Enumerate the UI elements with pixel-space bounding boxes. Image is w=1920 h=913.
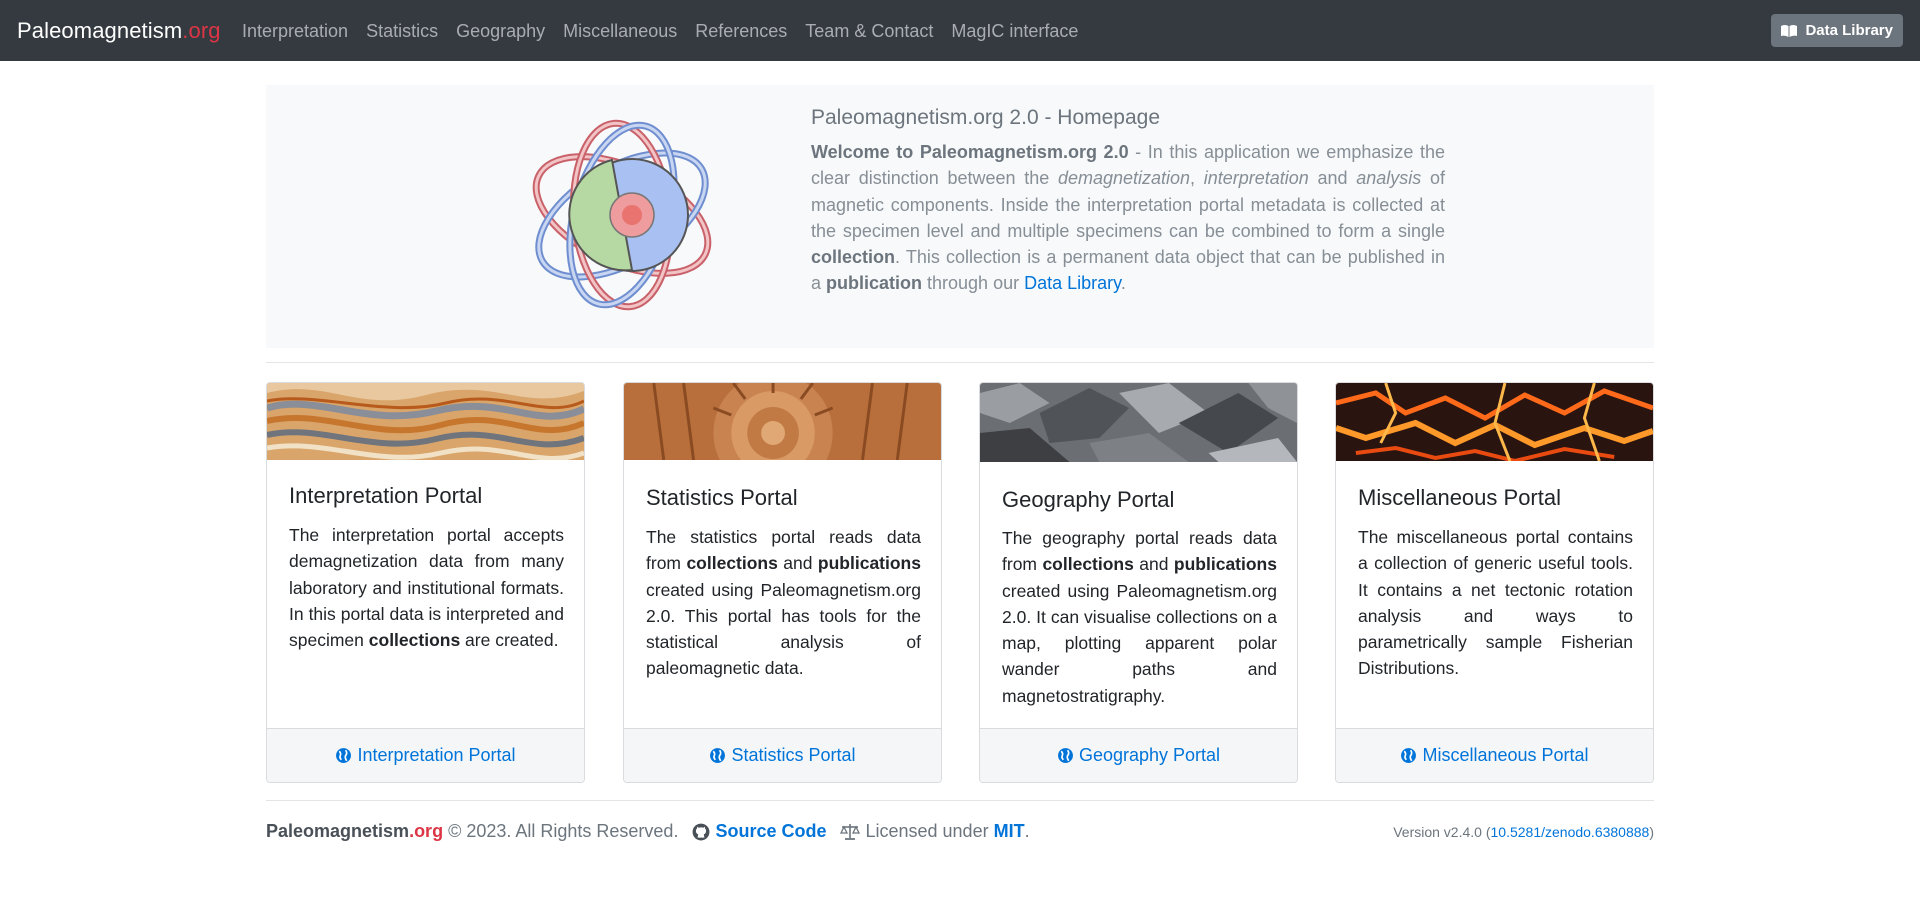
version-info: Version v2.4.0 (10.5281/zenodo.6380888) [1393, 824, 1654, 840]
nav-link-statistics[interactable]: Statistics [366, 21, 438, 42]
divider-top [266, 362, 1654, 363]
nav-link-magic-interface[interactable]: MagIC interface [951, 21, 1078, 42]
card-description: The statistics portal reads data from co… [646, 527, 921, 679]
brand-suffix: .org [182, 18, 221, 43]
globe-icon [336, 748, 352, 763]
brand-name: Paleomagnetism [17, 18, 183, 43]
card-geography: Geography Portal The geography portal re… [979, 382, 1298, 783]
card-miscellaneous: Miscellaneous Portal The miscellaneous p… [1335, 382, 1654, 783]
interpretation-portal-link[interactable]: Interpretation Portal [267, 728, 584, 782]
card-image-ammonite [624, 383, 941, 460]
divider-bottom [266, 800, 1654, 801]
paleomagnetism-logo [532, 119, 712, 311]
card-title: Statistics Portal [646, 485, 798, 510]
card-image-basalt [980, 383, 1297, 462]
globe-icon [1058, 748, 1073, 763]
mit-license-link[interactable]: MIT [994, 821, 1025, 842]
doi-link[interactable]: 10.5281/zenodo.6380888 [1491, 824, 1650, 840]
hero-jumbotron: Paleomagnetism.org 2.0 - Homepage Welcom… [266, 85, 1654, 348]
card-title: Miscellaneous Portal [1358, 485, 1561, 510]
card-description: The interpretation portal accepts demagn… [289, 525, 564, 651]
card-footer-label: Miscellaneous Portal [1422, 745, 1589, 765]
data-library-label: Data Library [1805, 22, 1893, 39]
github-icon [692, 823, 710, 841]
card-interpretation: Interpretation Portal The interpretation… [266, 382, 585, 783]
nav-link-references[interactable]: References [695, 21, 787, 42]
card-footer-label: Interpretation Portal [357, 745, 516, 765]
top-navbar: Paleomagnetism.org Interpretation Statis… [0, 0, 1920, 61]
statistics-portal-link[interactable]: Statistics Portal [624, 728, 941, 782]
data-library-link[interactable]: Data Library [1024, 273, 1121, 293]
book-icon [1781, 24, 1798, 37]
nav-link-interpretation[interactable]: Interpretation [242, 21, 348, 42]
card-description: The geography portal reads data from col… [1002, 528, 1277, 706]
nav-menu: Interpretation Statistics Geography Misc… [242, 21, 1096, 42]
page-footer: Paleomagnetism.org © 2023. All Rights Re… [266, 821, 1654, 851]
card-title: Interpretation Portal [289, 483, 483, 508]
brand-logo-text[interactable]: Paleomagnetism.org [17, 18, 221, 44]
page-title: Paleomagnetism.org 2.0 - Homepage [811, 106, 1161, 129]
hero-text-block: Paleomagnetism.org 2.0 - Homepage Welcom… [811, 105, 1445, 297]
card-statistics: Statistics Portal The statistics portal … [623, 382, 942, 783]
data-library-button[interactable]: Data Library [1771, 14, 1903, 47]
footer-left: Paleomagnetism.org © 2023. All Rights Re… [266, 821, 1030, 842]
licensed-under-text: Licensed under [865, 821, 989, 841]
geography-portal-link[interactable]: Geography Portal [980, 728, 1297, 782]
footer-brand: Paleomagnetism.org [266, 821, 444, 841]
card-footer-label: Statistics Portal [731, 745, 856, 765]
card-description: The miscellaneous portal contains a coll… [1358, 527, 1633, 679]
nav-link-geography[interactable]: Geography [456, 21, 545, 42]
hero-description: Welcome to Paleomagnetism.org 2.0 - In t… [811, 142, 1445, 294]
source-code-link[interactable]: Source Code [715, 821, 826, 842]
nav-link-team-contact[interactable]: Team & Contact [805, 21, 933, 42]
footer-copyright: © 2023. All Rights Reserved. [448, 821, 679, 841]
globe-icon [710, 748, 726, 763]
card-title: Geography Portal [1002, 487, 1175, 512]
globe-icon [1401, 748, 1417, 763]
balance-scale-icon [840, 823, 861, 840]
miscellaneous-portal-link[interactable]: Miscellaneous Portal [1336, 728, 1653, 782]
nav-link-miscellaneous[interactable]: Miscellaneous [563, 21, 677, 42]
card-image-lava [1336, 383, 1653, 461]
card-image-rock-strata [267, 383, 584, 460]
card-footer-label: Geography Portal [1078, 745, 1221, 765]
